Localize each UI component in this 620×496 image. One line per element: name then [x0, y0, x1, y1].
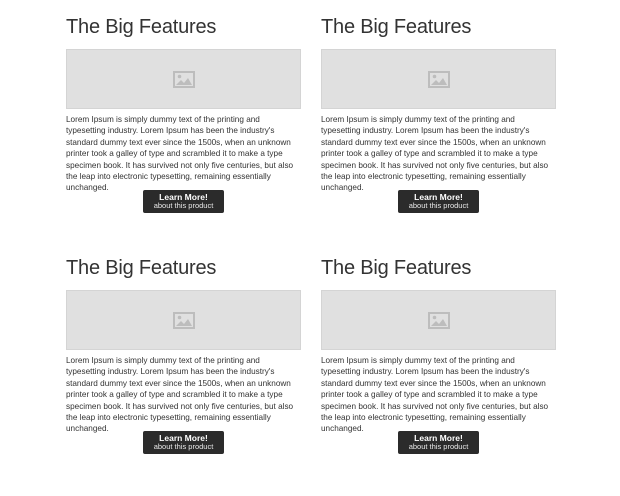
feature-card: The Big Features Lorem Ipsum is simply d… — [321, 14, 556, 255]
image-placeholder-icon — [172, 311, 195, 329]
learn-more-button[interactable]: Learn More! about this product — [398, 190, 479, 213]
feature-image-placeholder — [321, 290, 556, 350]
learn-more-button[interactable]: Learn More! about this product — [398, 431, 479, 454]
image-placeholder-icon — [427, 311, 450, 329]
learn-more-sublabel: about this product — [153, 201, 214, 210]
feature-title: The Big Features — [66, 257, 217, 279]
learn-more-button[interactable]: Learn More! about this product — [143, 431, 224, 454]
feature-card: The Big Features Lorem Ipsum is simply d… — [321, 255, 556, 496]
feature-description: Lorem Ipsum is simply dummy text of the … — [321, 115, 549, 193]
feature-description: Lorem Ipsum is simply dummy text of the … — [321, 356, 549, 434]
learn-more-button[interactable]: Learn More! about this product — [143, 190, 224, 213]
feature-image-placeholder — [66, 49, 301, 109]
image-placeholder-icon — [427, 70, 450, 88]
feature-card: The Big Features Lorem Ipsum is simply d… — [66, 255, 301, 496]
features-grid: The Big Features Lorem Ipsum is simply d… — [66, 14, 556, 496]
feature-card: The Big Features Lorem Ipsum is simply d… — [66, 14, 301, 255]
feature-image-placeholder — [66, 290, 301, 350]
learn-more-sublabel: about this product — [408, 201, 469, 210]
feature-image-placeholder — [321, 49, 556, 109]
image-placeholder-icon — [172, 70, 195, 88]
feature-title: The Big Features — [66, 16, 217, 38]
learn-more-sublabel: about this product — [153, 442, 214, 451]
feature-title: The Big Features — [321, 257, 472, 279]
feature-description: Lorem Ipsum is simply dummy text of the … — [66, 115, 294, 193]
feature-description: Lorem Ipsum is simply dummy text of the … — [66, 356, 294, 434]
feature-title: The Big Features — [321, 16, 472, 38]
page: { "features": [ { "title": "The Big Feat… — [0, 0, 620, 480]
learn-more-sublabel: about this product — [408, 442, 469, 451]
